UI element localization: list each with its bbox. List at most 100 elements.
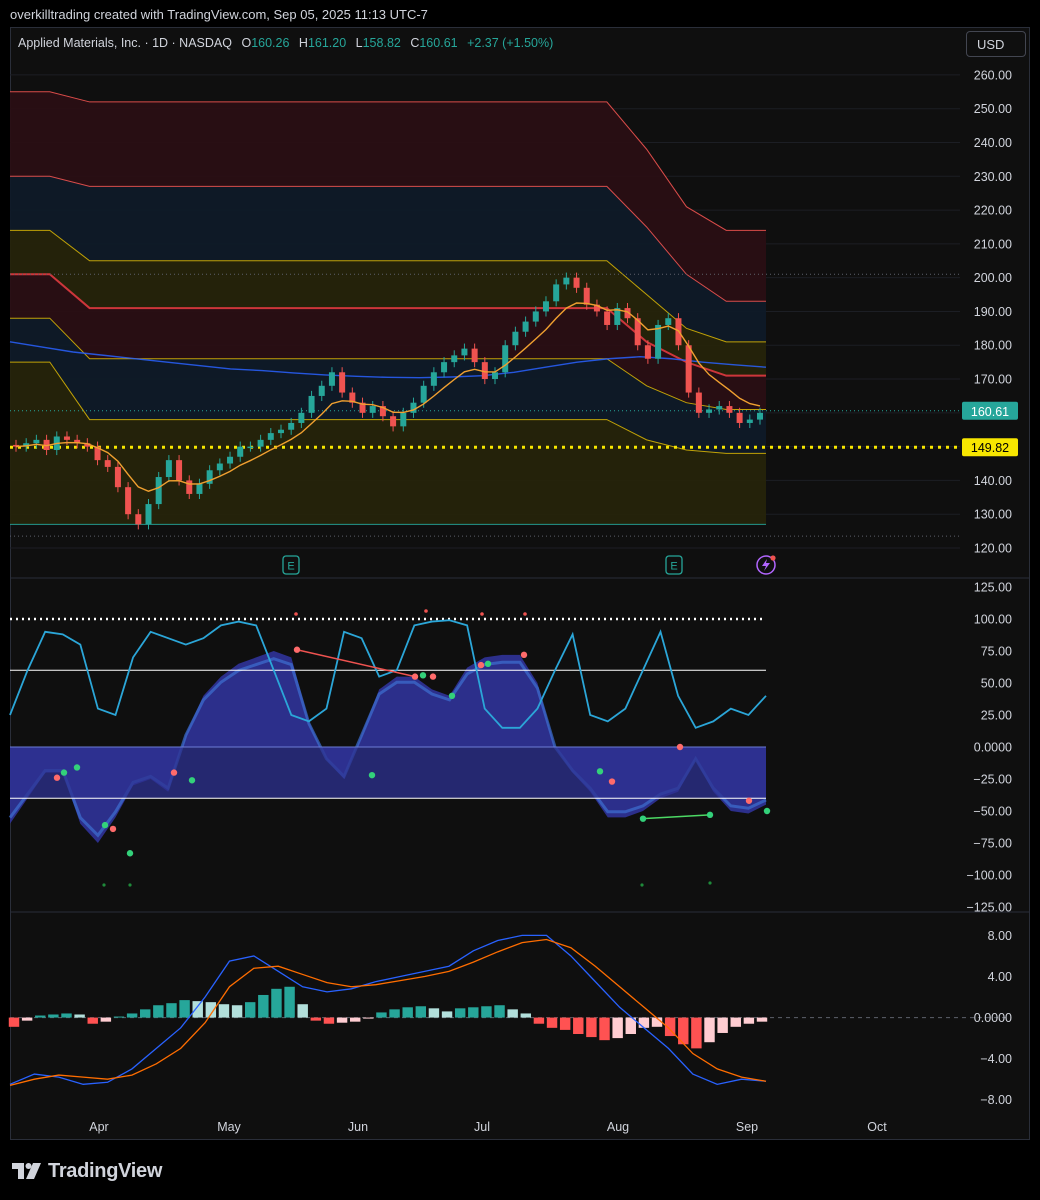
candle-body: [553, 284, 560, 302]
macd-histogram-bar: [140, 1009, 151, 1018]
macd-histogram-bar: [586, 1017, 597, 1038]
oscillator-axis-label: −125.00: [966, 901, 1012, 915]
price-axis-label: 120.00: [974, 542, 1012, 556]
candle-body: [665, 318, 672, 325]
oscillator-axis-label: 0.0000: [974, 741, 1012, 755]
candle-body: [542, 301, 549, 312]
candle-body: [390, 416, 397, 427]
signal-dot: [608, 778, 616, 785]
bullish-divergence-line: [642, 814, 711, 820]
candle-body: [298, 412, 305, 423]
currency-button[interactable]: USD: [966, 31, 1026, 57]
candle-body: [247, 446, 254, 449]
candle-body: [726, 406, 733, 413]
macd-histogram-bar: [638, 1017, 650, 1028]
footer-brand: TradingView: [12, 1158, 162, 1184]
minor-signal-dot: [480, 612, 484, 616]
oscillator-axis-label: −25.00: [973, 773, 1012, 787]
macd-histogram-bar: [323, 1017, 335, 1024]
candle-body: [706, 409, 713, 413]
macd-histogram-bar: [507, 1009, 518, 1018]
price-axis-label: 240.00: [974, 136, 1012, 150]
level-price-tag-label: 149.82: [971, 441, 1009, 455]
candle-body: [257, 439, 264, 447]
macd-histogram-bar: [166, 1003, 177, 1018]
macd-histogram-bar: [704, 1017, 715, 1043]
macd-histogram-bar: [363, 1017, 374, 1019]
last-price-tag-label: 160.61: [971, 405, 1009, 419]
chart-canvas[interactable]: E E 260.00 250.00 240.00 230.00 220.00 210.00 20…: [0, 0, 1040, 1200]
time-axis-label: Jul: [474, 1120, 490, 1134]
minor-signal-dot: [640, 883, 644, 887]
candle-body: [451, 355, 458, 363]
price-axis-label: 170.00: [974, 373, 1012, 387]
macd-histogram-bar: [349, 1017, 361, 1022]
candle-body: [339, 372, 346, 393]
oscillator-axis-label: 75.00: [981, 645, 1012, 659]
price-axis-label: 140.00: [974, 474, 1012, 488]
candle-body: [186, 480, 193, 494]
macd-axis-label: 4.00: [988, 970, 1012, 984]
macd-histogram-bar: [74, 1014, 85, 1018]
candle-body: [267, 433, 274, 440]
minor-signal-dot: [294, 612, 298, 616]
macd-histogram-bar: [48, 1014, 59, 1018]
candle-body: [420, 385, 427, 403]
candle-body: [176, 460, 183, 481]
candle-body: [430, 372, 437, 386]
signal-dot: [53, 774, 61, 781]
macd-histogram-bar: [21, 1017, 33, 1021]
candle-body: [145, 504, 152, 525]
macd-histogram-bar: [533, 1017, 545, 1024]
candle-body: [655, 324, 662, 359]
time-axis-label: Apr: [89, 1120, 108, 1134]
macd-histogram-bar: [258, 994, 269, 1018]
candle-body: [277, 429, 284, 434]
macd-histogram-bar: [730, 1017, 741, 1027]
symbol-name[interactable]: Applied Materials, Inc. · 1D · NASDAQ: [18, 36, 232, 50]
flash-icon: [762, 559, 770, 571]
macd-histogram-bar: [376, 1012, 387, 1018]
macd-histogram-bar: [113, 1016, 125, 1018]
macd-axis-label: −8.00: [980, 1093, 1012, 1107]
minor-signal-dot: [128, 883, 132, 887]
oscillator-axis-label: 100.00: [974, 613, 1012, 627]
signal-dot: [126, 850, 134, 857]
signal-dot: [188, 777, 196, 784]
bearish-divergence-line: [296, 648, 416, 678]
signal-dot: [484, 660, 492, 667]
signal-dot: [368, 771, 376, 779]
signal-dot: [419, 672, 427, 679]
macd-histogram-bar: [389, 1009, 400, 1018]
candle-body: [604, 311, 611, 325]
candle-body: [63, 436, 70, 440]
macd-histogram-bar: [481, 1006, 492, 1018]
earnings-marker-label: E: [670, 561, 677, 573]
price-axis-label: 230.00: [974, 170, 1012, 184]
macd-histogram-bar: [61, 1013, 72, 1018]
macd-histogram-bar: [612, 1017, 623, 1039]
macd-histogram-bar: [153, 1005, 164, 1018]
candle-body: [716, 406, 723, 410]
oscillator-axis-label: 125.00: [974, 581, 1012, 595]
low-value: 158.82: [362, 36, 401, 50]
signal-dot: [596, 768, 604, 775]
macd-histogram-bar: [87, 1017, 98, 1024]
macd-axis-label: 0.0000: [974, 1011, 1012, 1025]
macd-histogram-bar: [454, 1008, 466, 1018]
candle-body: [502, 345, 509, 373]
macd-histogram-bar: [756, 1017, 768, 1022]
macd-histogram-bar: [284, 986, 295, 1018]
macd-histogram-bar: [428, 1008, 440, 1018]
macd-histogram-bar: [559, 1017, 571, 1030]
high-value: 161.20: [307, 36, 347, 50]
candle-body: [135, 514, 142, 525]
candle-body: [216, 463, 223, 471]
candle-body: [746, 419, 753, 423]
time-axis-label: May: [217, 1120, 241, 1134]
candle-body: [369, 406, 376, 413]
oscillator-axis-label: 25.00: [981, 709, 1012, 723]
minor-signal-dot: [424, 609, 428, 613]
candle-body: [522, 321, 529, 332]
candle-body: [114, 466, 121, 488]
